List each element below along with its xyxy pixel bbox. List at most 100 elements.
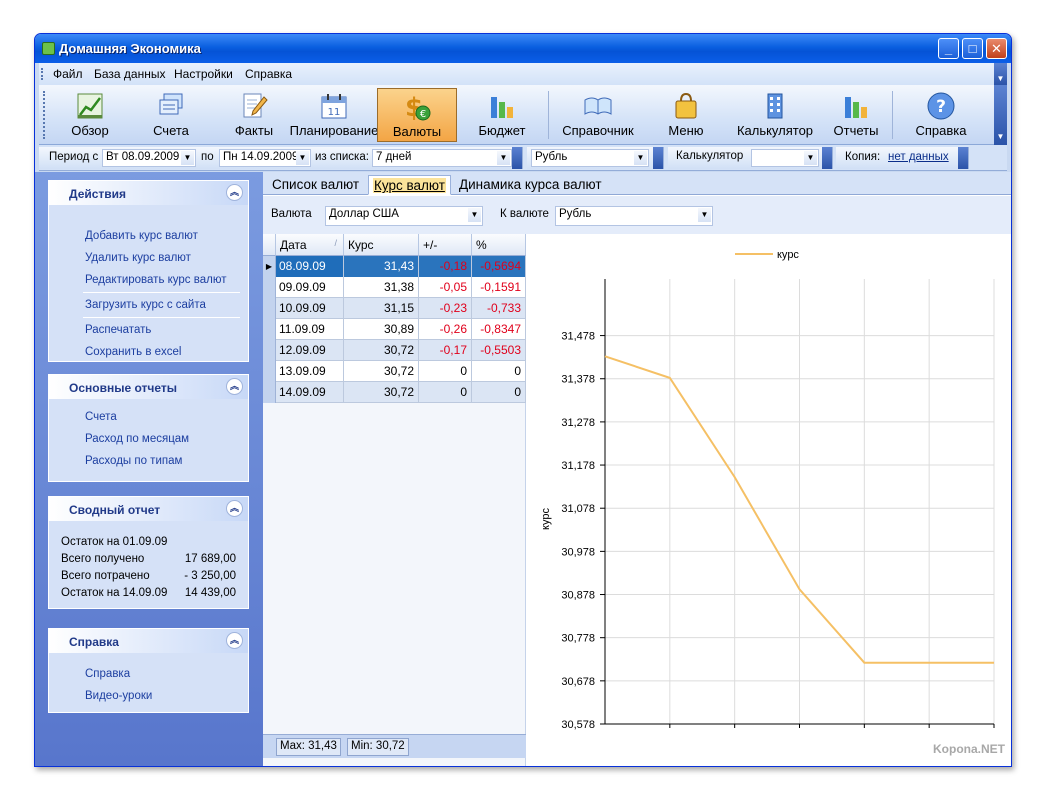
cell-change[interactable]: -0,26 — [419, 319, 472, 340]
report-types-link[interactable]: Расходы по типам — [85, 455, 182, 467]
toolbar-accounts-button[interactable]: Счета — [129, 88, 213, 142]
toolbar-facts-button[interactable]: Факты — [211, 88, 297, 142]
grid-header-date[interactable]: Дата / — [276, 234, 344, 256]
cell-change[interactable]: -0,18 — [419, 256, 472, 277]
cell-date[interactable]: 09.09.09 — [276, 277, 344, 298]
maximize-button[interactable]: □ — [962, 38, 983, 59]
title-bar[interactable]: Домашняя Экономика _ □ ✕ — [35, 34, 1011, 63]
segment-grip[interactable] — [958, 147, 968, 169]
chevron-down-icon[interactable]: ▼ — [634, 151, 647, 165]
toolbar-planning-button[interactable]: 11 Планирование — [289, 88, 379, 142]
date-from-picker[interactable]: Вт 08.09.2009 ▼ — [102, 149, 196, 167]
chevron-down-icon[interactable]: ▼ — [698, 208, 711, 222]
row-header[interactable] — [263, 340, 276, 361]
grid-header-rate[interactable]: Курс — [344, 234, 419, 256]
cell-rate[interactable]: 30,89 — [344, 319, 419, 340]
segment-grip[interactable] — [822, 147, 832, 169]
segment-grip[interactable] — [512, 147, 522, 169]
table-row[interactable]: 10.09.09 31,15 -0,23 -0,733 — [263, 298, 526, 319]
row-header[interactable] — [263, 382, 276, 403]
collapse-icon[interactable]: ︽ — [226, 378, 243, 395]
collapse-icon[interactable]: ︽ — [226, 500, 243, 517]
table-row[interactable]: 09.09.09 31,38 -0,05 -0,1591 — [263, 277, 526, 298]
cell-date[interactable]: 08.09.09 — [276, 256, 344, 277]
cell-date[interactable]: 14.09.09 — [276, 382, 344, 403]
cell-change[interactable]: -0,23 — [419, 298, 472, 319]
report-accounts-link[interactable]: Счета — [85, 411, 117, 423]
toolbar-currencies-button[interactable]: $ € Валюты — [377, 88, 457, 142]
cell-percent[interactable]: 0 — [472, 361, 526, 382]
menu-file[interactable]: Файл — [53, 67, 83, 81]
table-row[interactable]: ▶ 08.09.09 31,43 -0,18 -0,5694 — [263, 256, 526, 277]
row-header[interactable] — [263, 319, 276, 340]
cell-rate[interactable]: 31,43 — [344, 256, 419, 277]
chevron-down-icon[interactable]: ▼ — [296, 151, 309, 165]
collapse-icon[interactable]: ︽ — [226, 632, 243, 649]
chevron-down-icon[interactable]: ▼ — [468, 208, 481, 222]
menu-grip[interactable] — [41, 68, 43, 80]
toolbar-grip[interactable] — [43, 91, 45, 139]
cell-percent[interactable]: -0,733 — [472, 298, 526, 319]
toolbar-calculator-button[interactable]: Калькулятор — [725, 88, 825, 142]
grid-header-percent[interactable]: % — [472, 234, 526, 256]
base-currency-select[interactable]: Рубль ▼ — [531, 149, 649, 167]
cell-date[interactable]: 12.09.09 — [276, 340, 344, 361]
target-currency-select[interactable]: Рубль ▼ — [555, 206, 713, 226]
collapse-icon[interactable]: ︽ — [226, 184, 243, 201]
copy-status-link[interactable]: нет данных — [888, 151, 949, 163]
cell-percent[interactable]: -0,1591 — [472, 277, 526, 298]
calculator-select[interactable]: ▼ — [751, 149, 819, 167]
cell-rate[interactable]: 30,72 — [344, 382, 419, 403]
menu-settings[interactable]: Настройки — [174, 67, 233, 81]
row-header[interactable] — [263, 277, 276, 298]
table-row[interactable]: 11.09.09 30,89 -0,26 -0,8347 — [263, 319, 526, 340]
toolbar-menu-button[interactable]: Меню — [652, 88, 720, 142]
chevron-down-icon[interactable]: ▼ — [804, 151, 817, 165]
tab-currency-list[interactable]: Список валют — [268, 175, 363, 195]
table-row[interactable]: 13.09.09 30,72 0 0 — [263, 361, 526, 382]
edit-rate-link[interactable]: Редактировать курс валют — [85, 274, 226, 286]
toolbar-reference-button[interactable]: Справочник — [552, 88, 644, 142]
cell-change[interactable]: -0,05 — [419, 277, 472, 298]
segment-grip[interactable] — [653, 147, 663, 169]
toolbar-overview-button[interactable]: Обзор — [49, 88, 131, 142]
load-rate-link[interactable]: Загрузить курс с сайта — [85, 299, 206, 311]
cell-rate[interactable]: 30,72 — [344, 361, 419, 382]
toolbar-budget-button[interactable]: Бюджет — [459, 88, 545, 142]
period-list-select[interactable]: 7 дней ▼ — [372, 149, 512, 167]
cell-rate[interactable]: 31,15 — [344, 298, 419, 319]
tab-exchange-rate[interactable]: Курс валют — [368, 175, 451, 195]
delete-rate-link[interactable]: Удалить курс валют — [85, 252, 191, 264]
reports-panel-header[interactable]: Основные отчеты ︽ — [49, 375, 248, 399]
chevron-down-icon[interactable]: ▼ — [181, 151, 194, 165]
tab-rate-dynamics[interactable]: Динамика курса валют — [455, 175, 606, 195]
cell-percent[interactable]: 0 — [472, 382, 526, 403]
menu-help[interactable]: Справка — [245, 67, 292, 81]
close-button[interactable]: ✕ — [986, 38, 1007, 59]
summary-panel-header[interactable]: Сводный отчет ︽ — [49, 497, 248, 521]
cell-percent[interactable]: -0,8347 — [472, 319, 526, 340]
toolbar-reports-button[interactable]: Отчеты — [823, 88, 889, 142]
cell-change[interactable]: 0 — [419, 361, 472, 382]
cell-date[interactable]: 10.09.09 — [276, 298, 344, 319]
grid-header-change[interactable]: +/- — [419, 234, 472, 256]
menu-database[interactable]: База данных — [94, 67, 165, 81]
cell-percent[interactable]: -0,5503 — [472, 340, 526, 361]
row-header[interactable] — [263, 361, 276, 382]
video-lessons-link[interactable]: Видео-уроки — [85, 690, 152, 702]
cell-rate[interactable]: 30,72 — [344, 340, 419, 361]
chevron-down-icon[interactable]: ▼ — [497, 151, 510, 165]
add-rate-link[interactable]: Добавить курс валют — [85, 230, 198, 242]
help-link[interactable]: Справка — [85, 668, 130, 680]
date-to-picker[interactable]: Пн 14.09.2009 ▼ — [219, 149, 311, 167]
toolbar-overflow-button[interactable]: ▼ — [994, 85, 1007, 145]
currency-select[interactable]: Доллар США ▼ — [325, 206, 483, 226]
cell-percent[interactable]: -0,5694 — [472, 256, 526, 277]
help-panel-header[interactable]: Справка ︽ — [49, 629, 248, 653]
cell-change[interactable]: 0 — [419, 382, 472, 403]
print-link[interactable]: Распечатать — [85, 324, 151, 336]
row-indicator-icon[interactable]: ▶ — [263, 256, 276, 277]
table-row[interactable]: 12.09.09 30,72 -0,17 -0,5503 — [263, 340, 526, 361]
export-excel-link[interactable]: Сохранить в excel — [85, 346, 182, 358]
cell-date[interactable]: 11.09.09 — [276, 319, 344, 340]
